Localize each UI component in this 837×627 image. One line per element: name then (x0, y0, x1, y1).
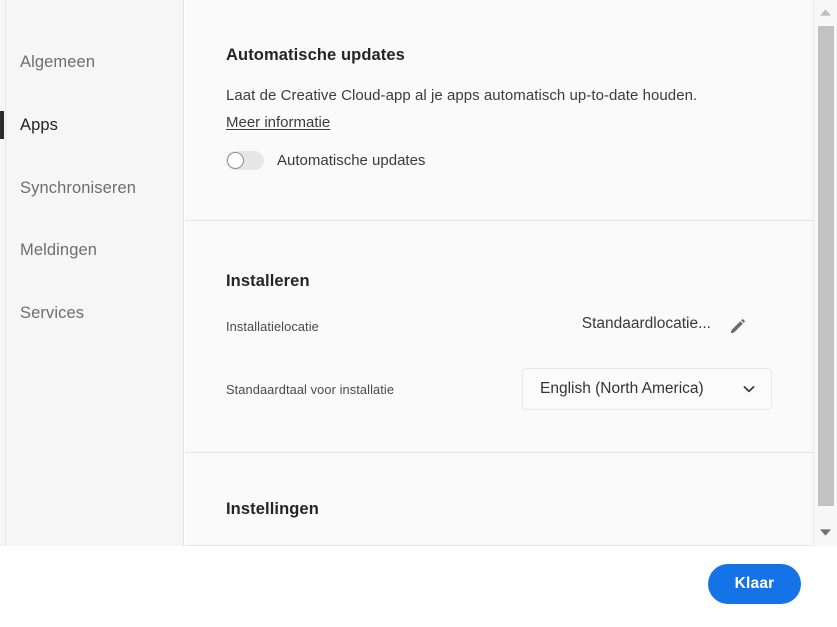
edit-install-location-button[interactable] (725, 313, 751, 339)
sidebar-item-label: Synchroniseren (20, 178, 137, 197)
automatic-updates-toggle-label: Automatische updates (277, 152, 426, 169)
scroll-down-button[interactable] (814, 522, 837, 542)
preferences-window: Algemeen Apps Synchroniseren Meldingen S… (0, 0, 837, 627)
vertical-scrollbar[interactable] (813, 0, 837, 546)
sidebar-item-meldingen[interactable]: Meldingen (0, 229, 184, 271)
sidebar-item-label: Apps (20, 115, 59, 134)
active-indicator (0, 111, 4, 139)
automatic-updates-toggle[interactable] (226, 151, 264, 170)
sidebar-item-label: Services (20, 303, 85, 322)
install-language-dropdown[interactable]: English (North America) (522, 368, 772, 410)
scrollbar-thumb[interactable] (818, 26, 834, 506)
sidebar-item-label: Meldingen (20, 240, 98, 259)
sidebar-item-algemeen[interactable]: Algemeen (0, 41, 184, 83)
window-body: Algemeen Apps Synchroniseren Meldingen S… (0, 0, 837, 546)
section-divider (185, 220, 813, 221)
chevron-down-icon (741, 381, 757, 397)
install-language-selected-value: English (North America) (540, 380, 704, 397)
settings-content-panel: Automatische updates Laat de Creative Cl… (185, 0, 813, 546)
triangle-down-icon (820, 528, 831, 536)
install-language-label: Standaardtaal voor installatie (226, 382, 395, 397)
scroll-up-button[interactable] (814, 2, 837, 22)
automatic-updates-description: Laat de Creative Cloud-app al je apps au… (226, 87, 698, 104)
install-location-value: Standaardlocatie... (581, 315, 711, 332)
sidebar-item-label: Algemeen (20, 52, 96, 71)
sidebar-item-apps[interactable]: Apps (0, 104, 184, 146)
sidebar-nav: Algemeen Apps Synchroniseren Meldingen S… (0, 0, 184, 546)
section-divider (185, 452, 813, 453)
done-button[interactable]: Klaar (708, 564, 801, 604)
toggle-knob (227, 152, 244, 169)
meer-informatie-link[interactable]: Meer informatie (226, 114, 330, 131)
automatic-updates-toggle-row: Automatische updates (226, 151, 425, 170)
dialog-footer: Klaar (0, 546, 837, 627)
triangle-up-icon (820, 8, 831, 16)
section-title-settings: Instellingen (226, 500, 319, 518)
section-title-automatic-updates: Automatische updates (226, 46, 405, 64)
pencil-icon (731, 318, 746, 333)
sidebar-item-services[interactable]: Services (0, 292, 184, 334)
sidebar-item-synchroniseren[interactable]: Synchroniseren (0, 167, 184, 209)
section-title-install: Installeren (226, 272, 310, 290)
install-location-label: Installatielocatie (226, 319, 319, 334)
